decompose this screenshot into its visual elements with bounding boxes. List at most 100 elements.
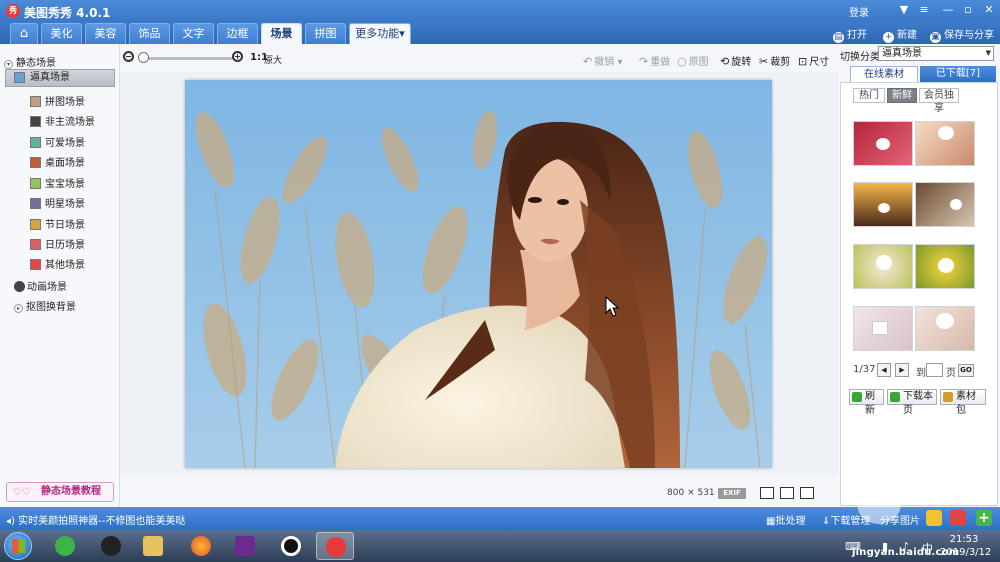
undo-label: 撤销 — [594, 57, 615, 68]
minimize-icon[interactable]: — — [940, 3, 956, 17]
redo-button[interactable]: ↷ 重做 — [639, 53, 670, 68]
category-select[interactable]: 逼真场景 ▼ — [878, 46, 994, 61]
close-icon[interactable]: ✕ — [981, 3, 997, 17]
new-button[interactable]: + 新建 — [883, 26, 917, 43]
share-image-button[interactable]: 分享图片 — [880, 512, 920, 527]
sidebar-item-desktop[interactable]: 桌面场景 — [30, 154, 85, 169]
taskbar-app-recorder[interactable] — [272, 532, 310, 560]
resize-button[interactable]: ⊡ 尺寸 — [798, 53, 829, 68]
portrait-photo — [185, 80, 772, 468]
sidebar-item-holiday[interactable]: 节日场景 — [30, 216, 85, 231]
photo-preview[interactable] — [185, 80, 772, 468]
batch-button[interactable]: ▦批处理 — [766, 512, 805, 527]
scene-icon — [30, 157, 41, 168]
tree-static-scenes[interactable]: ▾ 静态场景 — [4, 54, 56, 69]
save-share-button[interactable]: ▣ 保存与分享 — [930, 26, 994, 43]
undo-button[interactable]: ↶ 撤销 ▾ — [583, 53, 622, 68]
tree-anim-scenes[interactable]: 动画场景 — [14, 278, 67, 293]
split-view-icon[interactable] — [780, 487, 794, 499]
taskbar-app-meitu[interactable] — [316, 532, 354, 560]
tab-scene[interactable]: 场景 — [261, 23, 302, 44]
segment-hot[interactable]: 热门 — [853, 88, 885, 103]
material-thumb[interactable] — [915, 121, 975, 166]
material-thumb[interactable] — [915, 182, 975, 227]
speaker-icon: ◂) — [6, 516, 15, 527]
go-button[interactable]: GO — [958, 364, 974, 377]
tab-frame[interactable]: 边框 — [217, 23, 258, 44]
tab-text[interactable]: 文字 — [173, 23, 214, 44]
sidebar-item-cute[interactable]: 可爱场景 — [30, 134, 85, 149]
weibo-icon[interactable] — [950, 510, 966, 526]
page-input[interactable] — [926, 363, 943, 377]
material-thumb[interactable] — [915, 306, 975, 351]
exif-button[interactable]: EXIF — [718, 488, 746, 499]
scene-icon — [30, 116, 41, 127]
sidebar-item-collage[interactable]: 拼图场景 — [30, 93, 85, 108]
material-pack-button[interactable]: 素材包 — [940, 389, 986, 416]
original-size-button[interactable]: 原大 — [264, 53, 282, 66]
tab-beauty[interactable]: 美容 — [85, 23, 126, 44]
segment-vip[interactable]: 会员独享 — [919, 88, 959, 114]
next-page-button[interactable]: ▶ — [895, 363, 909, 377]
chevron-down-icon: ▼ — [985, 49, 991, 57]
tab-downloaded[interactable]: 已下载[7] — [920, 66, 996, 82]
prev-page-button[interactable]: ◀ — [877, 363, 891, 377]
plus-icon[interactable]: + — [976, 510, 992, 526]
image-status: 800 × 531 EXIF — [120, 484, 838, 504]
folder-icon — [143, 536, 163, 556]
promo-tip-link[interactable]: ◂) 实时美颜拍照神器--不修图也能美美哒 — [6, 512, 185, 527]
sidebar-item-other[interactable]: 其他场景 — [30, 256, 85, 271]
open-button[interactable]: ▤ 打开 — [833, 26, 867, 43]
material-pack-label: 素材包 — [956, 391, 976, 416]
segment-fresh[interactable]: 新鲜 — [887, 88, 917, 103]
sidebar-item-celebrity[interactable]: 明星场景 — [30, 195, 85, 210]
tab-beautify[interactable]: 美化 — [41, 23, 82, 44]
compare-view-icon[interactable] — [760, 487, 774, 499]
zoom-in-icon[interactable]: + — [232, 51, 243, 62]
rotate-button[interactable]: ⟲ 旋转 — [720, 53, 751, 68]
zoom-slider-thumb[interactable] — [138, 52, 149, 63]
sidebar-item-label: 明星场景 — [45, 199, 85, 210]
login-link[interactable]: 登录 — [849, 4, 869, 19]
material-thumb[interactable] — [915, 244, 975, 289]
tab-accessories[interactable]: 饰品 — [129, 23, 170, 44]
tab-home[interactable]: ⌂ — [10, 23, 38, 44]
package-icon — [943, 392, 953, 402]
skin-icon[interactable]: ▼ — [896, 3, 912, 17]
qq-penguin-icon — [101, 536, 121, 556]
download-page-label: 下载本页 — [903, 391, 933, 416]
material-thumb[interactable] — [853, 121, 913, 166]
tab-online-materials[interactable]: 在线素材 — [850, 66, 918, 82]
zoom-out-icon[interactable]: − — [123, 51, 134, 62]
fullscreen-view-icon[interactable] — [800, 487, 814, 499]
tab-more[interactable]: 更多功能▾ — [349, 23, 411, 44]
sidebar-item-realistic[interactable]: 逼真场景 — [5, 69, 115, 87]
taskbar-app-360[interactable] — [46, 532, 84, 560]
hearts-icon: ♡♡ — [13, 487, 31, 498]
refresh-button[interactable]: 刷新 — [849, 389, 884, 416]
maximize-icon[interactable]: ▫ — [960, 3, 976, 17]
material-thumb[interactable] — [853, 244, 913, 289]
start-button[interactable] — [4, 532, 32, 560]
menu-icon[interactable]: ≡ — [916, 3, 932, 17]
redo-icon: ↷ — [639, 55, 649, 68]
taskbar-app-firefox[interactable] — [182, 532, 220, 560]
static-scene-tutorial-button[interactable]: ♡♡ 静态场景教程 — [6, 482, 114, 502]
sidebar-item-alternative[interactable]: 非主流场景 — [30, 113, 95, 128]
crop-button[interactable]: ✂ 裁剪 — [759, 53, 790, 68]
download-page-button[interactable]: 下载本页 — [887, 389, 937, 416]
download-manager-button[interactable]: ⇓下载管理 — [822, 512, 870, 527]
taskbar-app-qq[interactable] — [92, 532, 130, 560]
zoom-slider-track[interactable] — [138, 57, 233, 60]
taskbar-app-explorer[interactable] — [134, 532, 172, 560]
taskbar-app-video[interactable] — [226, 532, 264, 560]
material-thumb[interactable] — [853, 182, 913, 227]
material-thumb[interactable] — [853, 306, 913, 351]
star-icon[interactable] — [926, 510, 942, 526]
original-image-button[interactable]: ○ 原图 — [677, 53, 709, 68]
tab-collage[interactable]: 拼图 — [305, 23, 346, 44]
tree-matting[interactable]: ▸ 抠图换背景 — [14, 298, 76, 313]
sidebar-item-baby[interactable]: 宝宝场景 — [30, 175, 85, 190]
scissors-icon: ✂ — [759, 55, 769, 68]
sidebar-item-calendar[interactable]: 日历场景 — [30, 236, 85, 251]
